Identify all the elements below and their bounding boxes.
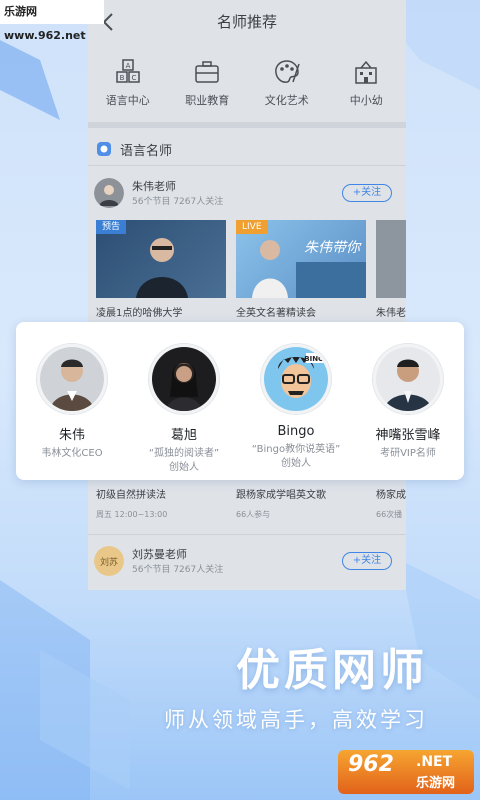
avatar <box>373 344 443 414</box>
divider <box>88 165 406 166</box>
avatar <box>37 344 107 414</box>
person-photo-icon <box>152 347 216 411</box>
category-label: 职业教育 <box>185 94 230 107</box>
brand-logo: 962 .NET 乐游网 <box>338 750 474 794</box>
course-title: 凌晨1点的哈佛大学 <box>96 308 183 319</box>
divider <box>88 534 406 535</box>
cartoon-avatar-icon: BINGO <box>264 347 328 411</box>
avatar: 刘苏 <box>94 546 124 576</box>
svg-text:朱伟带你: 朱伟带你 <box>304 240 362 256</box>
school-icon <box>355 60 377 84</box>
teacher-row[interactable]: 刘苏 刘苏曼老师 56个节目 7267人关注 +关注 <box>94 546 400 578</box>
expert-desc-2: 创始人 <box>169 462 199 473</box>
course-card[interactable]: 预告 凌晨1点的哈佛大学 <box>96 220 226 319</box>
expert-card: 朱伟 韦林文化CEO 葛旭 “孤独的阅读者” 创始人 BINGO Bingo “… <box>16 322 464 480</box>
abc-blocks-icon: A B C <box>116 59 140 83</box>
course-item[interactable]: 杨家成 66次播 <box>376 486 406 520</box>
svg-text:刘苏: 刘苏 <box>100 556 118 568</box>
person-photo-icon <box>376 347 440 411</box>
avatar: BINGO <box>261 344 331 414</box>
expert-item[interactable]: 神嘴张雪峰 考研VIP名师 <box>352 322 464 480</box>
course-meta: 66次播 <box>376 510 403 519</box>
course-tag: 预告 <box>96 220 127 234</box>
headline-slogan: 优质网师 <box>236 645 428 696</box>
follow-button[interactable]: +关注 <box>342 552 392 570</box>
course-meta: 66人参与 <box>236 510 271 519</box>
site-watermark: 乐游网 www.962.net <box>0 0 104 42</box>
avatar <box>149 344 219 414</box>
category-career[interactable]: 职业教育 <box>168 54 248 118</box>
teacher-name: 刘苏曼老师 <box>132 548 187 561</box>
logo-number: 962 <box>348 752 394 777</box>
course-title: 初级自然拼读法 <box>96 490 166 501</box>
palette-icon <box>274 60 300 83</box>
section-header: 语言名师 <box>96 138 172 160</box>
teacher-name: 朱伟老师 <box>132 180 176 193</box>
course-thumbnail <box>376 220 406 298</box>
category-bar: A B C 语言中心 职业教育 文化艺术 中小幼 <box>88 54 406 118</box>
svg-text:B: B <box>119 74 124 82</box>
expert-desc: “Bingo教你说英语” <box>251 444 341 455</box>
course-thumbnail: 朱伟带你 LIVE <box>236 220 366 298</box>
category-language[interactable]: A B C 语言中心 <box>88 54 168 118</box>
course-title: 朱伟老 <box>376 308 406 319</box>
expert-desc: 考研VIP名师 <box>380 448 436 459</box>
category-label: 文化艺术 <box>264 94 309 107</box>
teacher-row[interactable]: 朱伟老师 56个节目 7267人关注 +关注 <box>94 178 400 210</box>
expert-name: Bingo <box>277 424 315 439</box>
course-item[interactable]: 初级自然拼读法 周五 12:00~13:00 <box>96 486 226 520</box>
expert-item[interactable]: BINGO Bingo “Bingo教你说英语” 创始人 <box>240 322 352 480</box>
sub-slogan: 师从领域高手，高效学习 <box>164 708 428 732</box>
nav-bar: 名师推荐 <box>88 0 406 44</box>
svg-text:C: C <box>131 74 136 82</box>
logo-name: 乐游网 <box>416 776 456 791</box>
section-badge-icon <box>97 142 111 156</box>
course-thumbnail: 预告 <box>96 220 226 298</box>
briefcase-icon <box>195 61 219 83</box>
course-title: 全英文名著精读会 <box>236 308 316 319</box>
app-screen: 名师推荐 A B C 语言中心 职业教育 文化艺术 中小幼 语言名师 朱伟老师 … <box>88 0 406 590</box>
teacher-meta: 56个节目 7267人关注 <box>132 197 224 207</box>
logo-domain: .NET <box>416 754 453 770</box>
avatar <box>94 178 124 208</box>
person-photo-icon <box>40 347 104 411</box>
course-meta: 周五 12:00~13:00 <box>96 510 168 519</box>
expert-item[interactable]: 朱伟 韦林文化CEO <box>16 322 128 480</box>
svg-text:BINGO: BINGO <box>304 355 328 363</box>
category-label: 语言中心 <box>105 94 150 107</box>
category-k12[interactable]: 中小幼 <box>327 54 407 118</box>
expert-desc: “孤独的阅读者” <box>148 448 220 459</box>
teacher-meta: 56个节目 7267人关注 <box>132 565 224 575</box>
course-tag: LIVE <box>236 220 268 234</box>
expert-name: 神嘴张雪峰 <box>375 428 441 443</box>
section-title: 语言名师 <box>120 143 173 159</box>
follow-button[interactable]: +关注 <box>342 184 392 202</box>
course-card[interactable]: 朱伟老 <box>376 220 406 319</box>
category-arts[interactable]: 文化艺术 <box>247 54 327 118</box>
divider <box>88 122 406 128</box>
page-title: 名师推荐 <box>216 13 277 31</box>
course-item[interactable]: 跟杨家成学唱英文歌 66人参与 <box>236 486 366 520</box>
course-title: 杨家成 <box>376 490 406 501</box>
course-list: 预告 凌晨1点的哈佛大学 朱伟带你 LIVE 全英文名著精读会 朱伟老 <box>96 220 406 320</box>
expert-name: 朱伟 <box>58 428 85 443</box>
category-label: 中小幼 <box>349 94 383 107</box>
svg-text:A: A <box>125 62 130 70</box>
course-title: 跟杨家成学唱英文歌 <box>236 490 326 501</box>
expert-desc-2: 创始人 <box>281 458 311 469</box>
course-card[interactable]: 朱伟带你 LIVE 全英文名著精读会 <box>236 220 366 319</box>
expert-item[interactable]: 葛旭 “孤独的阅读者” 创始人 <box>128 322 240 480</box>
expert-desc: 韦林文化CEO <box>41 448 103 459</box>
expert-name: 葛旭 <box>170 428 197 443</box>
